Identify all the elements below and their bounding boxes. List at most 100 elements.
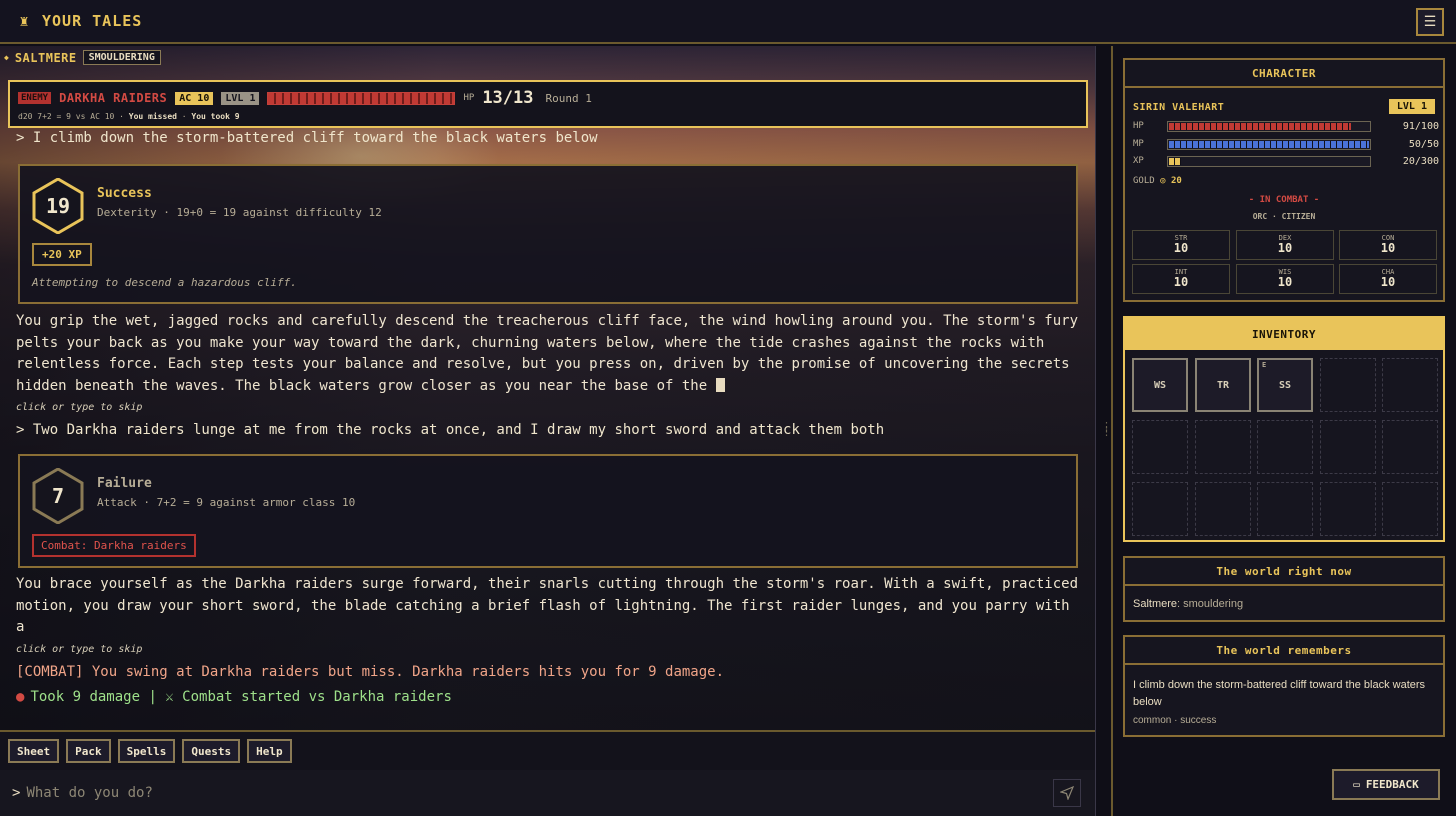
xp-stat: XP 20/300 xyxy=(1133,155,1439,167)
quests-button[interactable]: Quests xyxy=(182,739,241,763)
character-panel-title: CHARACTER xyxy=(1125,60,1443,88)
enemy-ac-badge: AC 10 xyxy=(175,91,214,105)
sheet-button[interactable]: Sheet xyxy=(8,739,60,763)
inventory-slot-empty[interactable] xyxy=(1195,420,1251,474)
combat-status: - IN COMBAT - xyxy=(1248,195,1320,205)
skill-check-card: 19 Success Dexterity · 19+0 = 19 against… xyxy=(18,164,1078,304)
world-place: Saltmere xyxy=(1133,598,1178,610)
blood-drop-icon: ● xyxy=(16,689,25,705)
xp-bar xyxy=(1167,155,1371,167)
location-header: ◆ SALTMERE SMOULDERING xyxy=(4,50,161,65)
mp-bar xyxy=(1167,138,1371,150)
hp-bar xyxy=(1167,120,1371,132)
world-now-title: The world right now xyxy=(1125,558,1443,586)
inventory-slot-empty[interactable] xyxy=(1257,420,1313,474)
skip-hint[interactable]: click or type to skip xyxy=(16,402,142,413)
character-panel: CHARACTER SIRIN VALEHART LVL 1 HP 91/100… xyxy=(1123,58,1445,302)
enemy-level-badge: LVL 1 xyxy=(221,91,260,105)
inventory-panel: INVENTORY WS TR E SS xyxy=(1123,316,1445,542)
send-icon xyxy=(1060,786,1074,800)
hamburger-menu-icon: ☰ xyxy=(1423,14,1437,30)
character-name: SIRIN VALEHART xyxy=(1133,102,1225,113)
inventory-slot-empty[interactable] xyxy=(1320,358,1376,412)
inventory-slot-empty[interactable] xyxy=(1382,420,1438,474)
ability-wis: WIS 10 xyxy=(1236,264,1334,294)
ability-dex: DEX 10 xyxy=(1236,230,1334,260)
race-class: ORC · CITIZEN xyxy=(1252,212,1316,221)
roll-value: 19 xyxy=(45,194,71,218)
combat-target-chip[interactable]: Combat: Darkha raiders xyxy=(32,534,196,557)
combat-took: You took 9 xyxy=(191,112,240,121)
world-now-entry: Saltmere: smouldering xyxy=(1133,596,1243,613)
xp-label: XP xyxy=(1133,156,1144,166)
attack-check-card: 7 Failure Attack · 7+2 = 9 against armor… xyxy=(18,454,1078,568)
narration-text: You brace yourself as the Darkha raiders… xyxy=(16,576,1079,635)
combat-roll-summary: d20 7+2 = 9 vs AC 10 · You missed · You … xyxy=(18,112,240,121)
app-title: YOUR TALES xyxy=(42,12,143,30)
inventory-slot-empty[interactable] xyxy=(1382,482,1438,536)
enemy-name: DARKHA RAIDERS xyxy=(59,91,168,105)
spells-button[interactable]: Spells xyxy=(117,739,176,763)
pack-button[interactable]: Pack xyxy=(66,739,111,763)
mp-stat: MP 50/50 xyxy=(1133,138,1439,150)
check-attempt-text: Attempting to descend a hazardous cliff. xyxy=(32,276,297,289)
narration-text: You grip the wet, jagged rocks and caref… xyxy=(16,311,1086,397)
inventory-slot-empty[interactable] xyxy=(1320,420,1376,474)
command-input-row: > xyxy=(0,770,1095,816)
panel-resize-handle[interactable]: ⋮ ⋮ xyxy=(1095,46,1113,816)
skip-hint[interactable]: click or type to skip xyxy=(16,644,142,655)
inventory-slot-ss[interactable]: E SS xyxy=(1257,358,1313,412)
inventory-slot-empty[interactable] xyxy=(1320,482,1376,536)
gold-label: GOLD xyxy=(1133,176,1155,186)
adventurer-icon: ♜ xyxy=(19,12,29,30)
combat-log-line: [COMBAT] You swing at Darkha raiders but… xyxy=(16,664,725,680)
check-result: Success xyxy=(97,186,152,201)
top-bar: ♜ YOUR TALES ☰ xyxy=(0,0,1456,44)
help-button[interactable]: Help xyxy=(247,739,292,763)
feedback-button[interactable]: ▭ FEEDBACK xyxy=(1332,769,1440,800)
enemy-hp-bar xyxy=(267,91,456,105)
ability-int: INT 10 xyxy=(1132,264,1230,294)
ability-cha: CHA 10 xyxy=(1339,264,1437,294)
inventory-slot-tr[interactable]: TR xyxy=(1195,358,1251,412)
world-now-panel: The world right now Saltmere: smoulderin… xyxy=(1123,556,1445,622)
combat-roll-text: d20 7+2 = 9 vs AC 10 xyxy=(18,112,115,121)
location-name: SALTMERE xyxy=(14,50,77,65)
check-detail: Attack · 7+2 = 9 against armor class 10 xyxy=(97,496,356,509)
hp-stat: HP 91/100 xyxy=(1133,120,1439,132)
mp-value: 50/50 xyxy=(1408,138,1439,150)
hp-value: 91/100 xyxy=(1402,120,1439,132)
enemy-hp-value: 13/13 xyxy=(482,88,534,108)
typing-cursor xyxy=(715,377,725,392)
enemy-hp-label: HP xyxy=(463,93,475,103)
world-state: : smouldering xyxy=(1177,598,1244,610)
sidebar: CHARACTER SIRIN VALEHART LVL 1 HP 91/100… xyxy=(1113,46,1456,816)
menu-button[interactable]: ☰ xyxy=(1416,8,1444,36)
check-result: Failure xyxy=(97,476,152,491)
drag-handle-icon: ⋮ ⋮ xyxy=(1101,420,1112,438)
d20-die-icon: 19 xyxy=(32,178,84,234)
inventory-slot-empty[interactable] xyxy=(1257,482,1313,536)
inventory-slot-empty[interactable] xyxy=(1132,420,1188,474)
gold-value: ◎ 20 xyxy=(1160,176,1182,186)
player-command: > I climb down the storm-battered cliff … xyxy=(16,130,598,146)
memory-meta: common · success xyxy=(1133,715,1217,726)
mp-bar-fill xyxy=(1169,140,1369,148)
xp-value: 20/300 xyxy=(1402,155,1439,167)
combat-missed: You missed xyxy=(128,112,177,121)
send-button[interactable] xyxy=(1053,779,1081,807)
feedback-label: FEEDBACK xyxy=(1365,778,1419,791)
combat-status-bar: ENEMY DARKHA RAIDERS AC 10 LVL 1 HP 13/1… xyxy=(8,80,1088,128)
location-status-badge: SMOULDERING xyxy=(82,50,161,65)
inventory-slot-empty[interactable] xyxy=(1132,482,1188,536)
xp-reward-chip: +20 XP xyxy=(32,243,92,266)
inventory-slot-empty[interactable] xyxy=(1195,482,1251,536)
inventory-slot-empty[interactable] xyxy=(1382,358,1438,412)
inventory-title: INVENTORY xyxy=(1125,318,1443,350)
ability-str: STR 10 xyxy=(1132,230,1230,260)
hp-bar-fill xyxy=(1169,122,1351,130)
inventory-slot-ws[interactable]: WS xyxy=(1132,358,1188,412)
effects-text: Took 9 damage | ⚔ Combat started vs Dark… xyxy=(30,689,452,705)
command-input[interactable] xyxy=(26,785,1007,801)
character-level-badge: LVL 1 xyxy=(1388,99,1435,114)
